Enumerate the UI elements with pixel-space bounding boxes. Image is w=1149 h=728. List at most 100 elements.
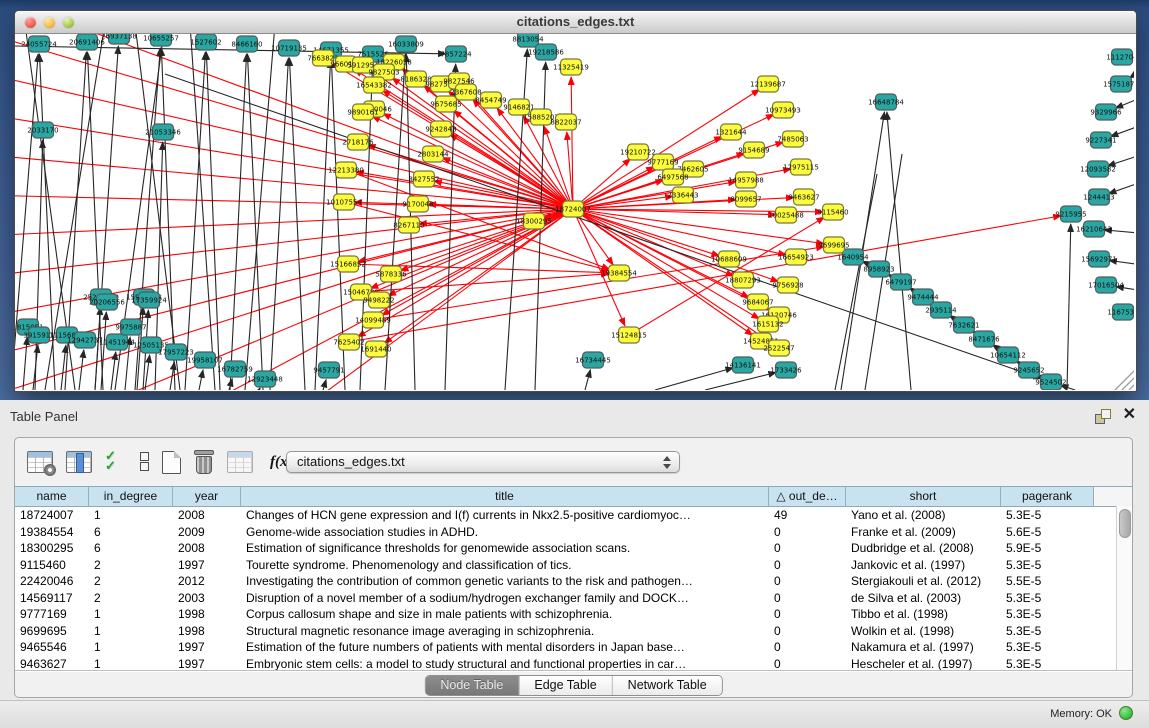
select-column-icon[interactable]: [66, 451, 92, 473]
graph-node[interactable]: 8427552: [408, 171, 439, 187]
graph-node[interactable]: 26937138: [101, 34, 137, 44]
cell-out_degree: 0: [769, 540, 846, 557]
tab-network-table[interactable]: Network Table: [613, 676, 722, 695]
memory-ok-indicator[interactable]: [1119, 706, 1133, 720]
column-header-in_degree[interactable]: in_degree: [89, 487, 173, 506]
cell-year: 2012: [173, 573, 241, 590]
table-row[interactable]: 969969511998Structural magnetic resonanc…: [15, 623, 1132, 640]
graph-node[interactable]: 15751874: [1103, 76, 1134, 92]
graph-node[interactable]: 14099489: [355, 312, 391, 328]
table-row[interactable]: 1872400712008Changes of HCN gene express…: [15, 507, 1132, 524]
graph-node[interactable]: 15124815: [611, 327, 647, 343]
graph-node[interactable]: 11325419: [553, 59, 589, 75]
svg-text:9699695: 9699695: [818, 242, 849, 250]
table-row[interactable]: 2242004622012Investigating the contribut…: [15, 573, 1132, 590]
panel-title: Table Panel: [10, 409, 78, 424]
delete-table-icon[interactable]: [227, 451, 253, 473]
graph-node[interactable]: 16033809: [388, 36, 424, 52]
graph-node[interactable]: 9154689: [738, 142, 769, 158]
graph-node[interactable]: 2803144: [417, 146, 449, 162]
graph-node[interactable]: 6479197: [885, 274, 916, 290]
graph-node[interactable]: 9463627: [788, 189, 819, 205]
graph-node[interactable]: 12213380: [328, 162, 364, 178]
graph-node[interactable]: 9756928: [772, 277, 803, 293]
minimize-window-button[interactable]: [44, 17, 55, 28]
graph-node[interactable]: 9242848: [425, 121, 456, 137]
svg-text:9115460: 9115460: [817, 209, 848, 217]
svg-text:6497568: 6497568: [657, 174, 688, 182]
graph-node[interactable]: 9457791: [313, 362, 344, 378]
table-settings-icon[interactable]: [27, 451, 53, 473]
graph-node[interactable]: 19384554: [601, 265, 637, 281]
network-canvas[interactable]: 2405572420691406269371381065525715276028…: [15, 34, 1134, 390]
column-header-out_degree[interactable]: △ out_de…: [769, 487, 846, 506]
graph-node[interactable]: 1244413: [1083, 189, 1114, 205]
graph-node[interactable]: 9227341: [1085, 132, 1116, 148]
rows-icon[interactable]: [140, 452, 149, 472]
graph-node[interactable]: 8267110: [393, 217, 424, 233]
graph-node[interactable]: 16734445: [575, 352, 611, 368]
graph-node[interactable]: 16654923: [778, 249, 814, 265]
close-window-button[interactable]: [25, 17, 36, 28]
graph-node[interactable]: 7632621: [948, 317, 979, 333]
float-panel-icon[interactable]: [1095, 409, 1111, 424]
graph-node[interactable]: 17016504: [1088, 277, 1124, 293]
graph-node[interactable]: 12975115: [783, 159, 819, 175]
graph-node[interactable]: 1733426: [770, 362, 802, 378]
table-panel: Table Panel ✕ f(x) citations_edges.txt n…: [0, 400, 1149, 727]
close-panel-icon[interactable]: ✕: [1123, 405, 1136, 425]
graph-node[interactable]: 10719135: [271, 40, 307, 56]
graph-node[interactable]: 14136141: [725, 357, 761, 373]
table-select-dropdown[interactable]: citations_edges.txt: [286, 451, 680, 473]
graph-node[interactable]: 10025488: [768, 207, 804, 223]
graph-node[interactable]: 9329966: [1090, 104, 1122, 120]
tab-edge-table[interactable]: Edge Table: [519, 676, 612, 695]
cell-name: 9465546: [15, 639, 89, 656]
table-row[interactable]: 1830029562008Estimation of significance …: [15, 540, 1132, 557]
tab-node-table[interactable]: Node Table: [425, 676, 519, 695]
graph-node[interactable]: 1167531: [1107, 304, 1134, 320]
graph-node[interactable]: 16210643: [1076, 221, 1112, 237]
svg-text:15124815: 15124815: [611, 332, 647, 340]
svg-text:10107554: 10107554: [326, 199, 362, 207]
scrollbar-thumb[interactable]: [1119, 509, 1131, 538]
table-panel-body: f(x) citations_edges.txt namein_degreeye…: [14, 437, 1133, 698]
table-row[interactable]: 977716911998Corpus callosum shape and si…: [15, 606, 1132, 623]
svg-text:8454749: 8454749: [475, 97, 506, 105]
column-header-title[interactable]: title: [241, 487, 769, 506]
graph-node[interactable]: 10654112: [990, 347, 1026, 363]
graph-node[interactable]: 15692971: [1081, 251, 1117, 267]
graph-node[interactable]: 8099657: [730, 191, 761, 207]
graph-node[interactable]: 10107554: [326, 194, 362, 210]
column-header-year[interactable]: year: [173, 487, 241, 506]
graph-node[interactable]: 12093582: [1080, 161, 1116, 177]
graph-node[interactable]: 9215955: [1055, 206, 1086, 222]
graph-node[interactable]: 9170048: [402, 196, 433, 212]
column-header-name[interactable]: name: [15, 487, 89, 506]
table-scrollbar[interactable]: [1116, 506, 1132, 671]
graph-node[interactable]: 1112704: [1106, 49, 1134, 65]
graph-node[interactable]: 16648784: [868, 94, 904, 110]
table-row[interactable]: 946554611997Estimation of the future num…: [15, 639, 1132, 656]
column-header-short[interactable]: short: [846, 487, 1001, 506]
graph-node[interactable]: 7857224: [440, 46, 472, 62]
table-row[interactable]: 1456911722003Disruption of a novel membe…: [15, 590, 1132, 607]
window-titlebar[interactable]: citations_edges.txt: [15, 11, 1136, 34]
column-header-pagerank[interactable]: pagerank: [1001, 487, 1094, 506]
column-checklist-icon[interactable]: [105, 451, 127, 473]
table-row[interactable]: 1938455462009Genome-wide association stu…: [15, 524, 1132, 541]
delete-icon[interactable]: [194, 450, 214, 474]
zoom-window-button[interactable]: [63, 17, 74, 28]
graph-node[interactable]: 1527602: [190, 34, 221, 50]
graph-node[interactable]: 7485063: [777, 131, 808, 147]
graph-node[interactable]: 15166852: [330, 256, 366, 272]
graph-node[interactable]: 2336443: [667, 187, 698, 203]
graph-edge: [1115, 94, 1134, 108]
graph-node[interactable]: 10655257: [143, 34, 179, 46]
graph-node[interactable]: 12139687: [750, 76, 786, 92]
graph-node[interactable]: 9115460: [817, 204, 848, 220]
table-row[interactable]: 911546021997Tourette syndrome. Phenomeno…: [15, 557, 1132, 574]
cell-out_degree: 0: [769, 606, 846, 623]
new-file-icon[interactable]: [162, 451, 181, 474]
graph-node[interactable]: 8471676: [968, 331, 1000, 347]
